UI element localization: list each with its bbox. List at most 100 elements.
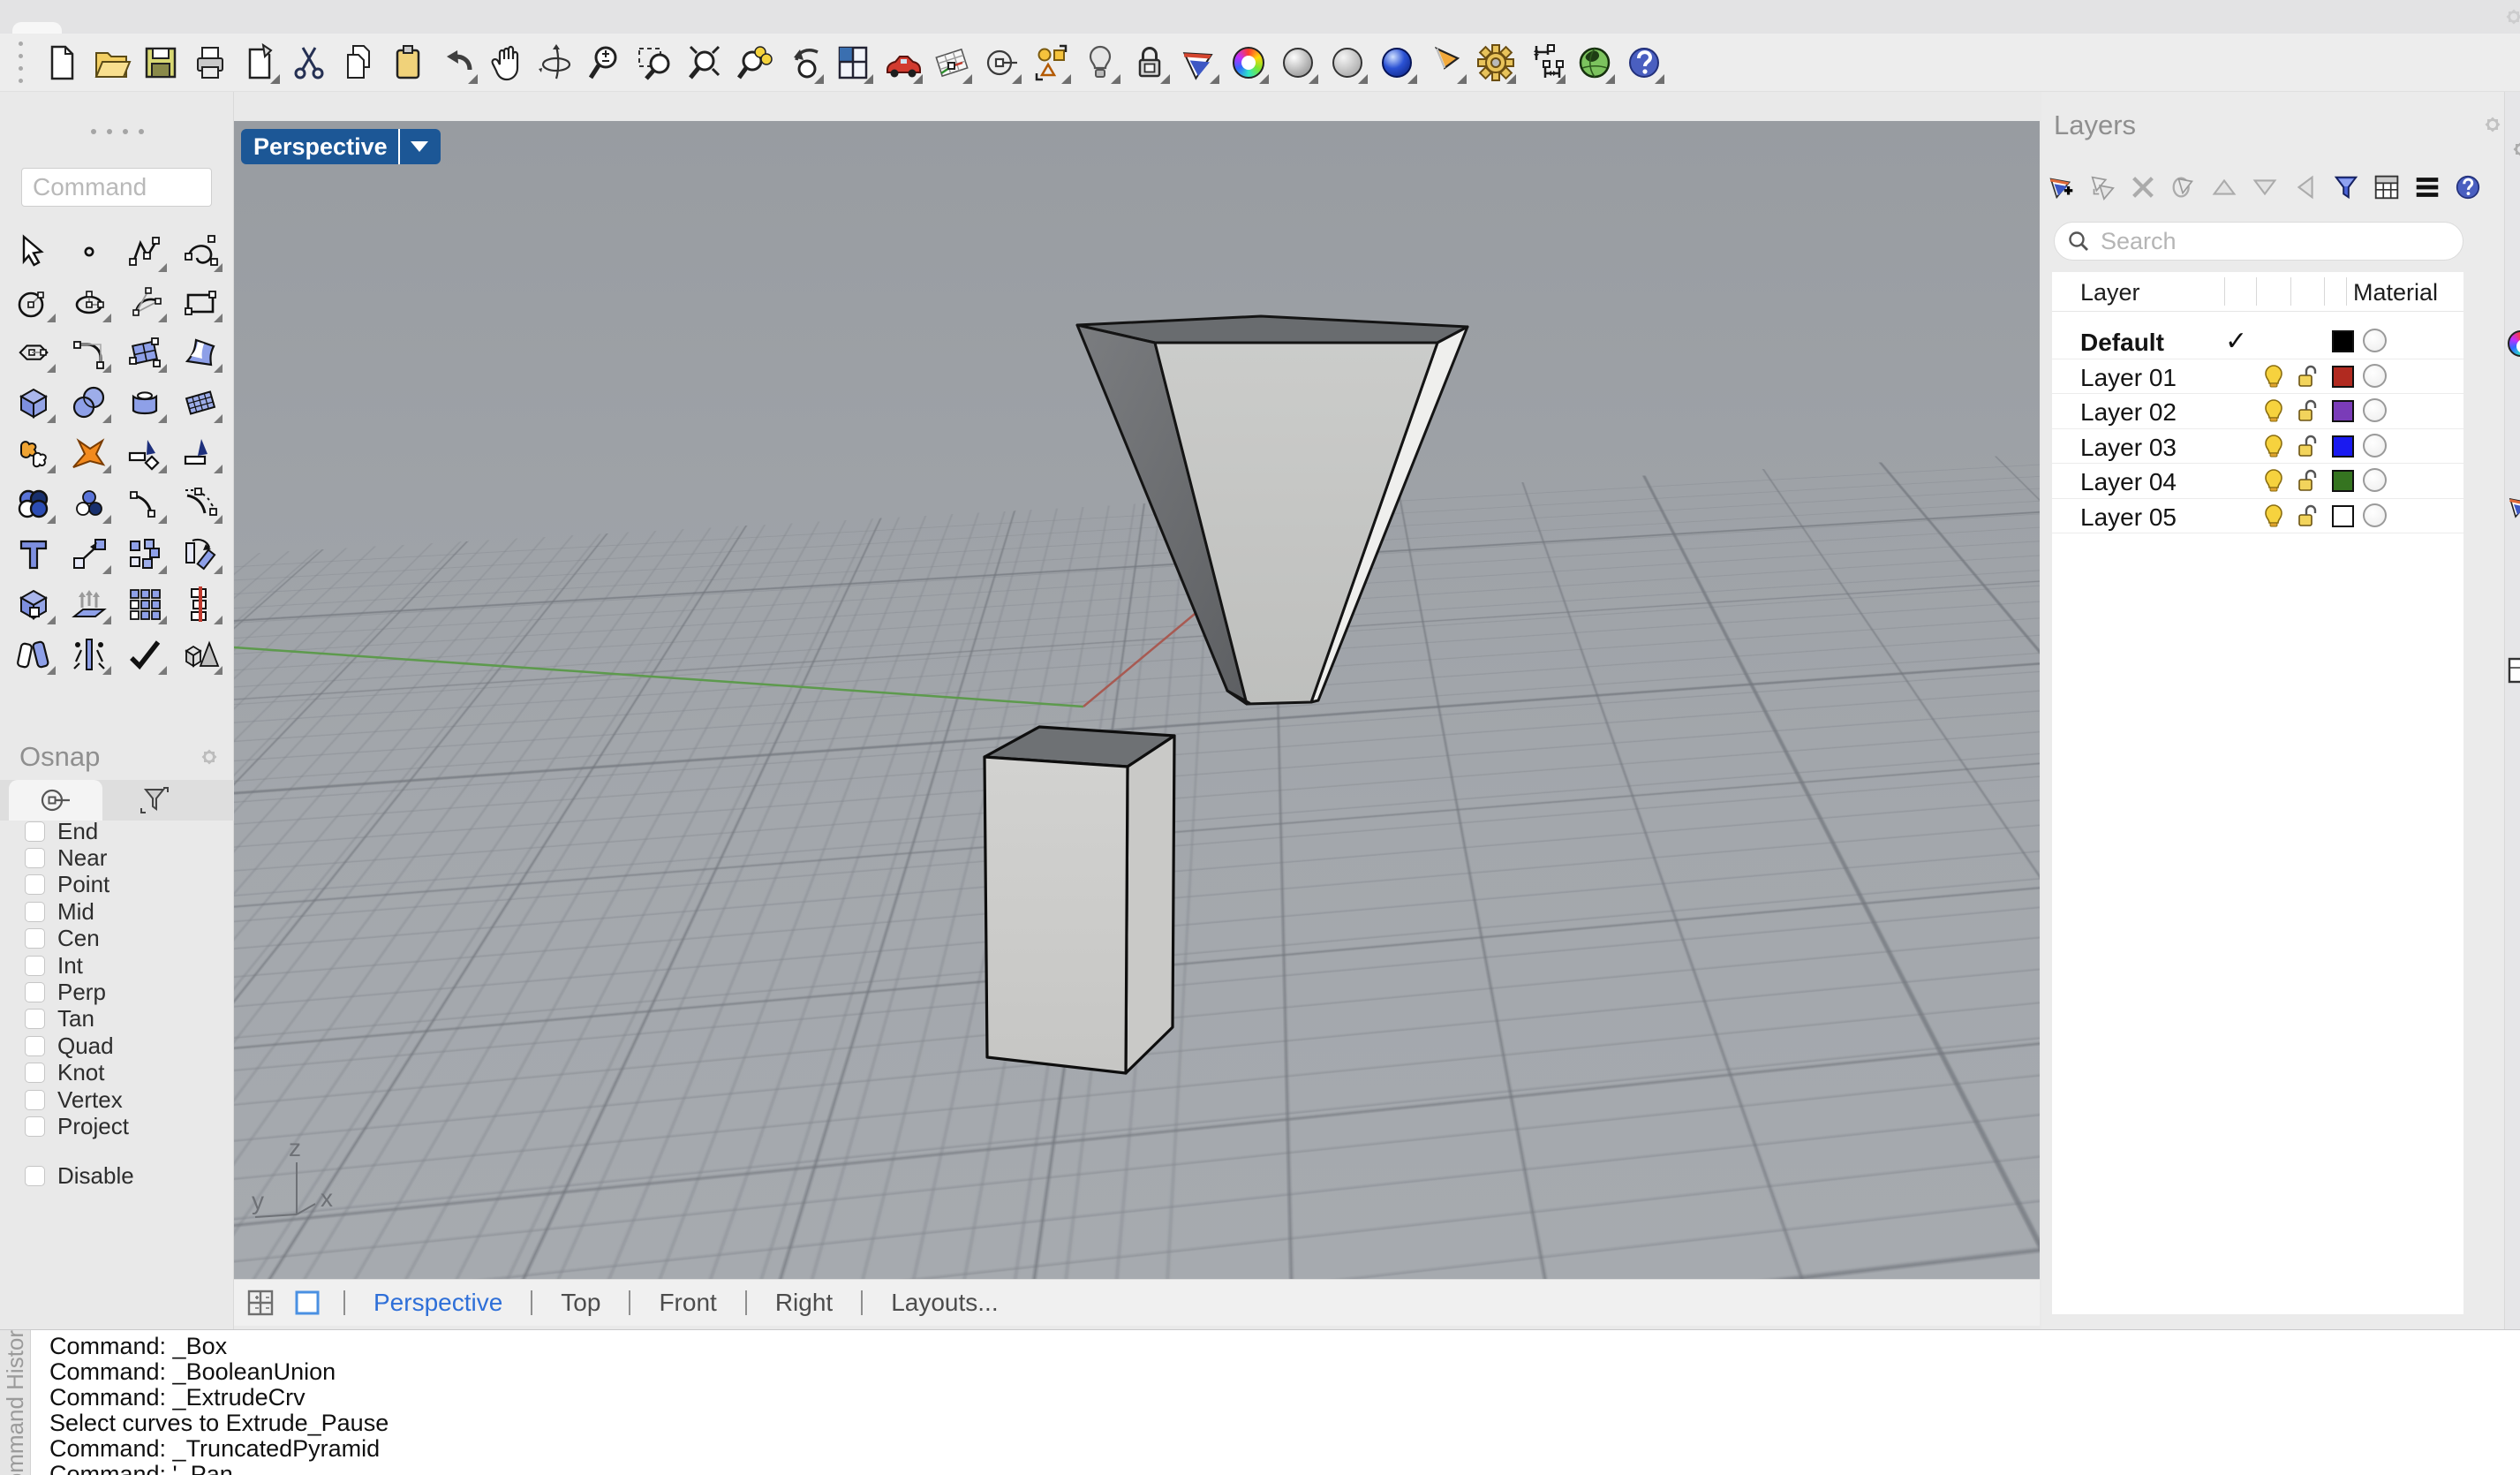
layer-column-header[interactable]: Layer xyxy=(2080,279,2140,306)
osnap-option-row[interactable]: Near xyxy=(0,844,234,871)
layers-tab-icon[interactable] xyxy=(2508,494,2520,520)
layer-material-circle[interactable] xyxy=(2363,364,2387,388)
rotate-icon[interactable] xyxy=(172,528,228,579)
layer-lock-icon[interactable] xyxy=(2296,434,2320,458)
arc-icon[interactable] xyxy=(117,276,172,327)
layer-row[interactable]: Default ✓ xyxy=(2052,324,2463,359)
shaded-viewport-icon[interactable] xyxy=(1277,40,1319,86)
perspective-viewport[interactable]: z y x Perspective xyxy=(234,121,2040,1279)
layer-row[interactable]: Layer 04 ✓ xyxy=(2052,464,2463,499)
pan-hand-icon[interactable] xyxy=(486,40,528,86)
surface-from-points-icon[interactable] xyxy=(117,327,172,377)
menu-item[interactable] xyxy=(132,22,168,34)
solid-edit-icon[interactable] xyxy=(5,579,61,629)
box-object[interactable] xyxy=(985,727,1174,1073)
lock-icon[interactable] xyxy=(1128,40,1171,86)
layer-help-icon[interactable] xyxy=(2453,170,2483,205)
new-layer-icon[interactable] xyxy=(2047,170,2077,205)
boolean-union-icon[interactable] xyxy=(5,478,61,528)
menu-item[interactable] xyxy=(97,22,132,34)
layer-color-swatch[interactable] xyxy=(2332,400,2354,422)
layer-color-swatch[interactable] xyxy=(2332,366,2354,388)
checkbox[interactable] xyxy=(25,1036,45,1056)
layers-search-box[interactable] xyxy=(2054,222,2463,261)
layer-color-swatch[interactable] xyxy=(2332,505,2354,527)
options-gear-icon[interactable] xyxy=(1475,40,1517,86)
layer-name[interactable]: Layer 04 xyxy=(2080,468,2177,496)
zoom-extents-icon[interactable] xyxy=(683,40,726,86)
layer-name[interactable]: Layer 02 xyxy=(2080,398,2177,427)
osnap-option-row[interactable]: Perp xyxy=(0,979,234,1005)
checkbox[interactable] xyxy=(25,821,45,842)
layer-lock-icon[interactable] xyxy=(2296,364,2320,389)
duplicate-layer-icon[interactable] xyxy=(2169,170,2199,205)
osnap-option-row[interactable]: Mid xyxy=(0,898,234,925)
delete-layer-icon[interactable] xyxy=(2128,170,2158,205)
osnap-option-row[interactable]: End xyxy=(0,818,234,844)
material-column-header[interactable]: Material xyxy=(2353,279,2438,306)
viewport-tab[interactable]: Perspective xyxy=(368,1289,508,1317)
cplane-icon[interactable] xyxy=(931,40,973,86)
save-icon[interactable] xyxy=(140,40,182,86)
osnap-option-row[interactable]: Vertex xyxy=(0,1086,234,1113)
move-up-icon[interactable] xyxy=(2209,170,2239,205)
menu-item[interactable] xyxy=(556,22,592,34)
layer-visibility-bulb-icon[interactable] xyxy=(2262,434,2285,458)
layer-visibility-bulb-icon[interactable] xyxy=(2262,364,2285,389)
osnap-option-row[interactable]: Project xyxy=(0,1113,234,1139)
checkbox[interactable] xyxy=(25,928,45,949)
osnap-gear-icon[interactable] xyxy=(196,744,223,770)
layer-visibility-bulb-icon[interactable] xyxy=(2262,503,2285,528)
osnap-option-row[interactable]: Int xyxy=(0,952,234,979)
new-sublayer-icon[interactable] xyxy=(2087,170,2117,205)
circle-icon[interactable] xyxy=(5,276,61,327)
polyline-icon[interactable] xyxy=(117,226,172,276)
rectangle-icon[interactable] xyxy=(172,276,228,327)
checkbox[interactable] xyxy=(25,1090,45,1110)
open-file-icon[interactable] xyxy=(90,40,132,86)
panel-drag-handle[interactable] xyxy=(0,129,234,134)
section-icon[interactable] xyxy=(172,579,228,629)
menu-item[interactable] xyxy=(238,22,274,34)
layer-row[interactable]: Layer 05 ✓ xyxy=(2052,499,2463,534)
menu-item[interactable] xyxy=(521,22,556,34)
boolean-spheres-icon[interactable] xyxy=(61,377,117,427)
layer-material-circle[interactable] xyxy=(2363,503,2387,527)
curved-surface-icon[interactable] xyxy=(172,327,228,377)
menu-item[interactable] xyxy=(486,22,521,34)
point-icon[interactable] xyxy=(61,226,117,276)
move-down-icon[interactable] xyxy=(2250,170,2280,205)
copy-icon[interactable] xyxy=(337,40,380,86)
orient-objects-icon[interactable] xyxy=(61,629,117,679)
extrude-icon[interactable] xyxy=(61,579,117,629)
unroll-surface-icon[interactable] xyxy=(5,629,61,679)
layer-lock-icon[interactable] xyxy=(2296,468,2320,493)
layer-material-circle[interactable] xyxy=(2363,468,2387,492)
checkbox[interactable] xyxy=(25,956,45,976)
edit-layers-icon[interactable] xyxy=(1178,40,1220,86)
layer-menu-icon[interactable] xyxy=(2412,170,2442,205)
box-icon[interactable] xyxy=(5,377,61,427)
menu-item[interactable] xyxy=(344,22,380,34)
menu-item[interactable] xyxy=(309,22,344,34)
polygon-icon[interactable] xyxy=(5,327,61,377)
wireframe-viewport-icon[interactable] xyxy=(1326,40,1369,86)
osnap-option-row[interactable]: Tan xyxy=(0,1006,234,1032)
checkbox[interactable] xyxy=(25,848,45,868)
explosion-icon[interactable] xyxy=(61,427,117,478)
fillet-curves-icon[interactable] xyxy=(61,327,117,377)
layer-lock-icon[interactable] xyxy=(2296,398,2320,423)
dimension-icon[interactable] xyxy=(1524,40,1566,86)
rotate-view-icon[interactable] xyxy=(535,40,577,86)
viewport-title-pill[interactable]: Perspective xyxy=(241,129,441,164)
menu-item[interactable] xyxy=(168,22,203,34)
single-pane-layout-icon[interactable] xyxy=(294,1290,321,1316)
array-icon[interactable] xyxy=(117,579,172,629)
layer-visibility-bulb-icon[interactable] xyxy=(2262,398,2285,423)
menu-item[interactable] xyxy=(415,22,450,34)
viewport-tab[interactable]: Front xyxy=(653,1289,721,1317)
checkbox[interactable] xyxy=(25,1116,45,1137)
layer-visibility-bulb-icon[interactable] xyxy=(2262,468,2285,493)
menu-item[interactable] xyxy=(274,22,309,34)
zoom-dynamic-icon[interactable] xyxy=(585,40,627,86)
